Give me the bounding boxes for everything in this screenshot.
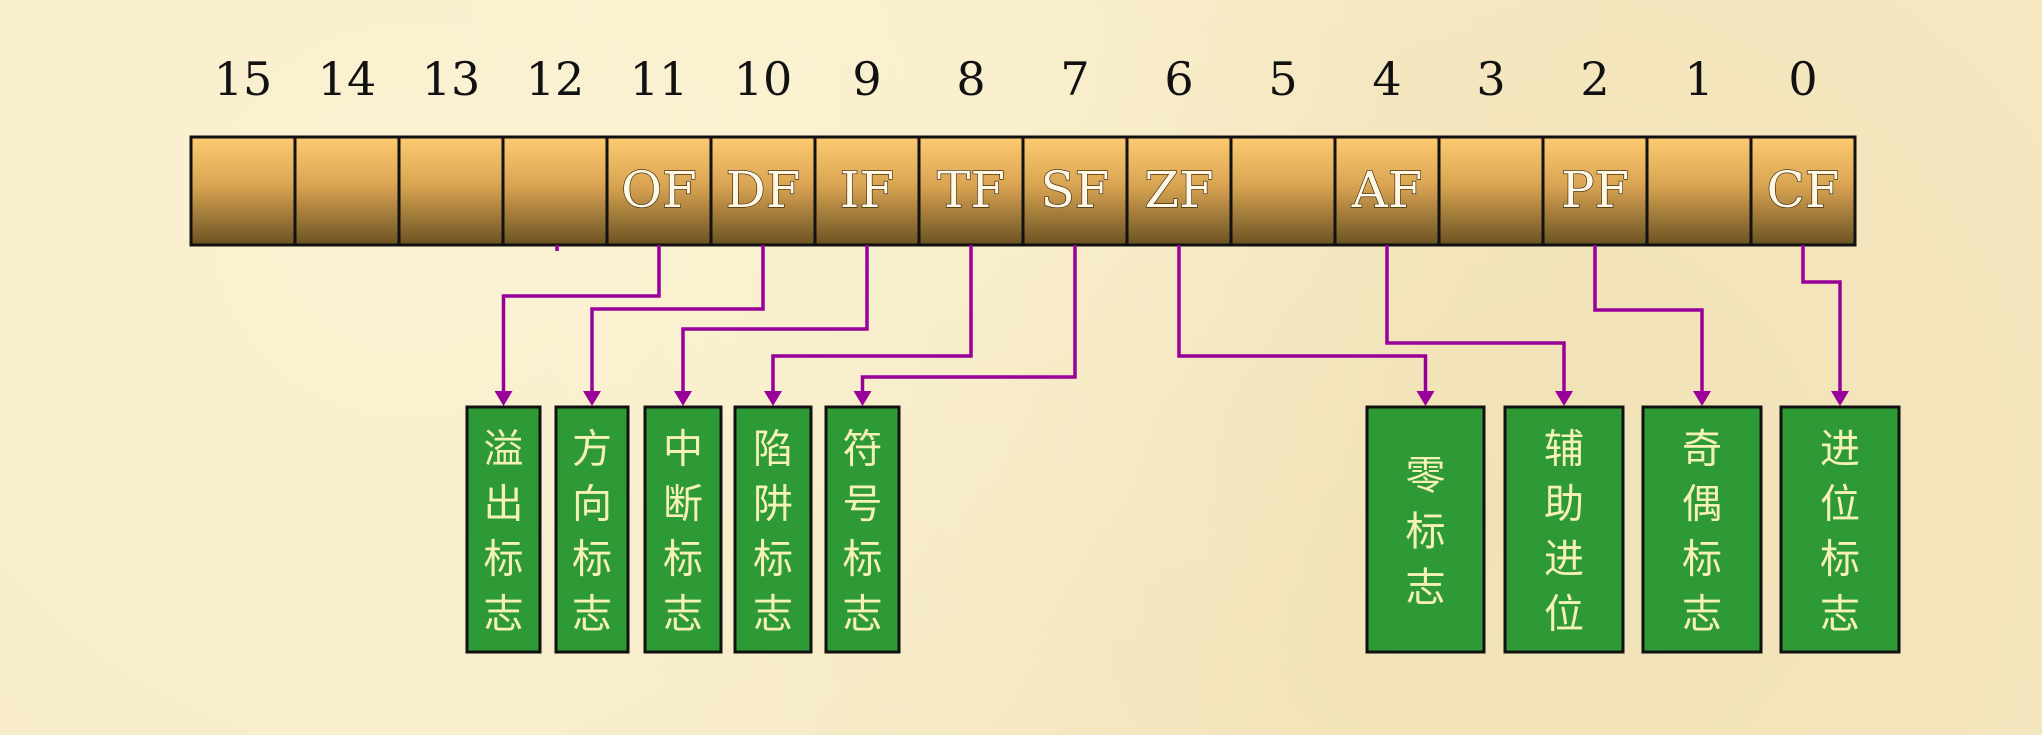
arrowhead-cf [1831,391,1849,406]
arrowhead-of [494,391,513,406]
arrowhead-sf [853,391,872,406]
bit-number-13: 13 [422,52,481,106]
connector-of [501,245,661,395]
bit-number-5: 5 [1268,52,1297,106]
flag-abbr-zf: ZF [1144,161,1213,219]
bit-cell-12 [501,135,609,247]
flag-abbr-af: AF [1351,161,1423,219]
flag-box-tf: 陷阱标志 [733,405,813,654]
flags-register-diagram: 15 14 13 12 11 10 9 8 7 6 5 4 3 2 1 0 OF DF IF TF SF ZF AF PF C… [189,52,1901,654]
bit-cell-1 [1645,135,1753,247]
register-row: OF DF IF TF SF ZF AF PF CF [189,135,1857,247]
bit-number-11: 11 [630,52,689,106]
arrowhead-df [583,391,601,406]
connector-if [681,245,869,395]
flag-abbr-of: OF [621,161,697,219]
flag-abbr-cf: CF [1767,161,1840,219]
bit-number-7: 7 [1060,52,1089,106]
flag-box-of: 溢出标志 [465,405,542,654]
flag-box-label: 零标志 [1406,453,1446,611]
connector-tf [771,245,973,395]
bit-number-15: 15 [214,52,273,106]
bit-cell-3 [1437,135,1545,247]
flag-box-zf: 零标志 [1365,405,1486,654]
flag-abbr-if: IF [840,161,894,219]
arrowhead-zf [1416,391,1435,406]
flag-box-pf: 奇偶标志 [1641,405,1763,654]
bit-number-2: 2 [1580,52,1609,106]
connector-lines [494,245,1849,406]
connector-pf [1593,245,1704,395]
bit-number-3: 3 [1476,52,1505,106]
bit-cell-14 [293,135,401,247]
arrowhead-pf [1693,391,1711,406]
bit-number-6: 6 [1164,52,1193,106]
bit-number-4: 4 [1372,52,1401,106]
connector-af [1385,245,1566,395]
bit-number-1: 1 [1684,52,1713,106]
flag-abbr-pf: PF [1561,161,1629,219]
connector-df [590,245,765,395]
flag-abbr-sf: SF [1041,161,1110,219]
bit-number-0: 0 [1788,52,1817,106]
connector-cf [1801,245,1842,395]
arrowhead-af [1555,391,1573,406]
flag-abbr-df: DF [726,161,801,219]
flag-box-sf: 符号标志 [824,405,901,654]
flag-description-boxes: 溢出标志方向标志中断标志陷阱标志符号标志 零标志 辅助进位奇偶标志进位标志 [465,405,1901,654]
bit-cell-13 [397,135,505,247]
bit-cell-15 [189,135,297,247]
bit-cell-5 [1229,135,1337,247]
bit-number-14: 14 [318,52,377,106]
bit-number-8: 8 [956,52,985,106]
bit-number-row: 15 14 13 12 11 10 9 8 7 6 5 4 3 2 1 0 [214,52,1818,106]
flag-box-cf: 进位标志 [1779,405,1901,654]
arrowhead-tf [764,391,782,406]
bit-number-9: 9 [852,52,881,106]
bit-number-10: 10 [734,52,793,106]
flag-box-af: 辅助进位 [1503,405,1625,654]
connector-sf [860,245,1077,395]
flag-abbr-tf: TF [937,161,1005,219]
arrowhead-if [674,391,692,406]
flag-box-if: 中断标志 [643,405,723,654]
flag-box-df: 方向标志 [554,405,630,654]
bit-number-12: 12 [526,52,585,106]
